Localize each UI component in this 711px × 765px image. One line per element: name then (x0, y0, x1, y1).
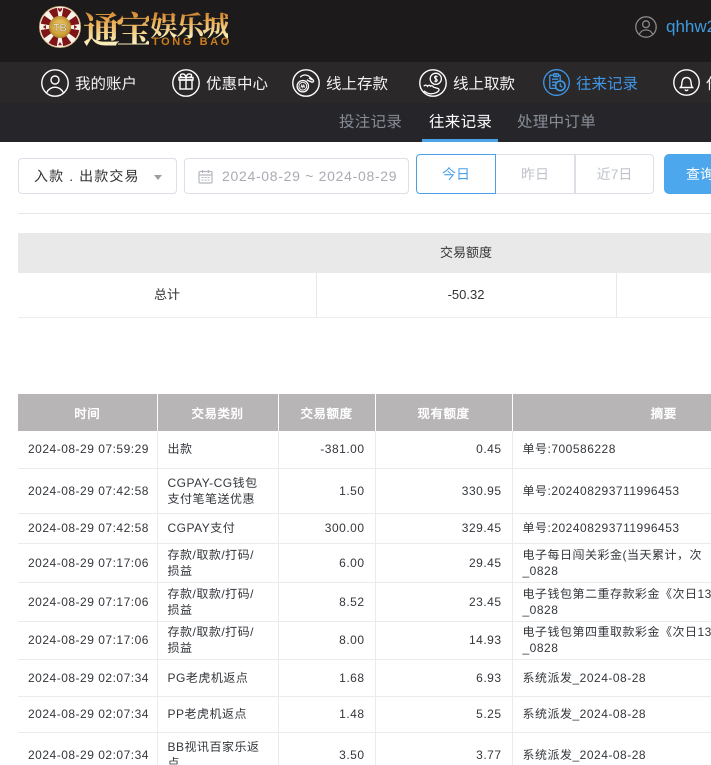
svg-text:TB: TB (53, 22, 67, 34)
